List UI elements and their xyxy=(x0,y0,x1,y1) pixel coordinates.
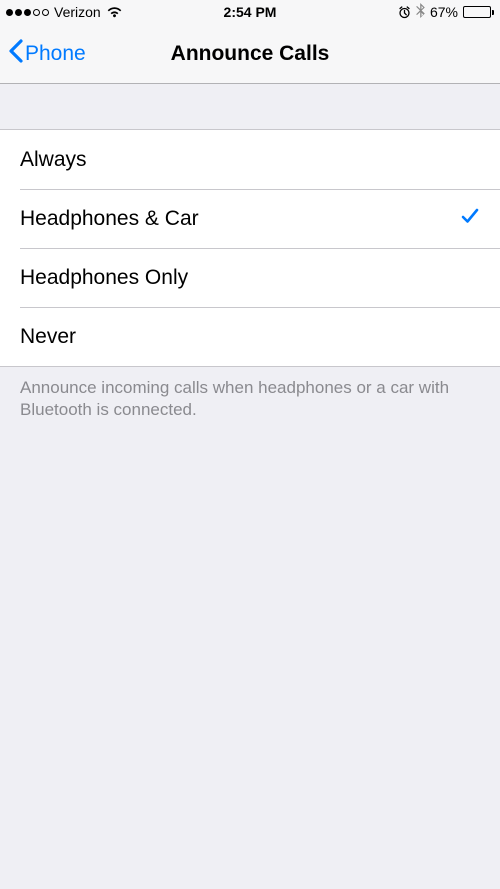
option-headphones-car[interactable]: Headphones & Car xyxy=(0,189,500,248)
option-never[interactable]: Never xyxy=(0,307,500,366)
status-left: Verizon xyxy=(6,4,123,20)
alarm-icon xyxy=(398,6,411,19)
back-button[interactable]: Phone xyxy=(0,39,86,69)
bluetooth-icon xyxy=(416,3,425,21)
battery-icon xyxy=(463,6,494,18)
battery-percent-label: 67% xyxy=(430,4,458,20)
option-label: Headphones Only xyxy=(20,266,188,290)
status-bar: Verizon 2:54 PM 67% xyxy=(0,0,500,24)
clock-label: 2:54 PM xyxy=(224,4,277,20)
option-headphones-only[interactable]: Headphones Only xyxy=(0,248,500,307)
footer-description: Announce incoming calls when headphones … xyxy=(0,367,500,431)
page-title: Announce Calls xyxy=(171,42,330,66)
spacer xyxy=(0,84,500,129)
back-label: Phone xyxy=(25,42,86,66)
option-label: Never xyxy=(20,325,76,349)
chevron-left-icon xyxy=(8,39,23,69)
option-always[interactable]: Always xyxy=(0,130,500,189)
navigation-bar: Phone Announce Calls xyxy=(0,24,500,84)
status-right: 67% xyxy=(398,3,494,21)
carrier-label: Verizon xyxy=(54,4,101,20)
wifi-icon xyxy=(106,6,123,18)
signal-strength-icon xyxy=(6,9,49,16)
option-label: Headphones & Car xyxy=(20,207,199,231)
checkmark-icon xyxy=(460,206,480,232)
options-list: Always Headphones & Car Headphones Only … xyxy=(0,129,500,367)
option-label: Always xyxy=(20,148,87,172)
